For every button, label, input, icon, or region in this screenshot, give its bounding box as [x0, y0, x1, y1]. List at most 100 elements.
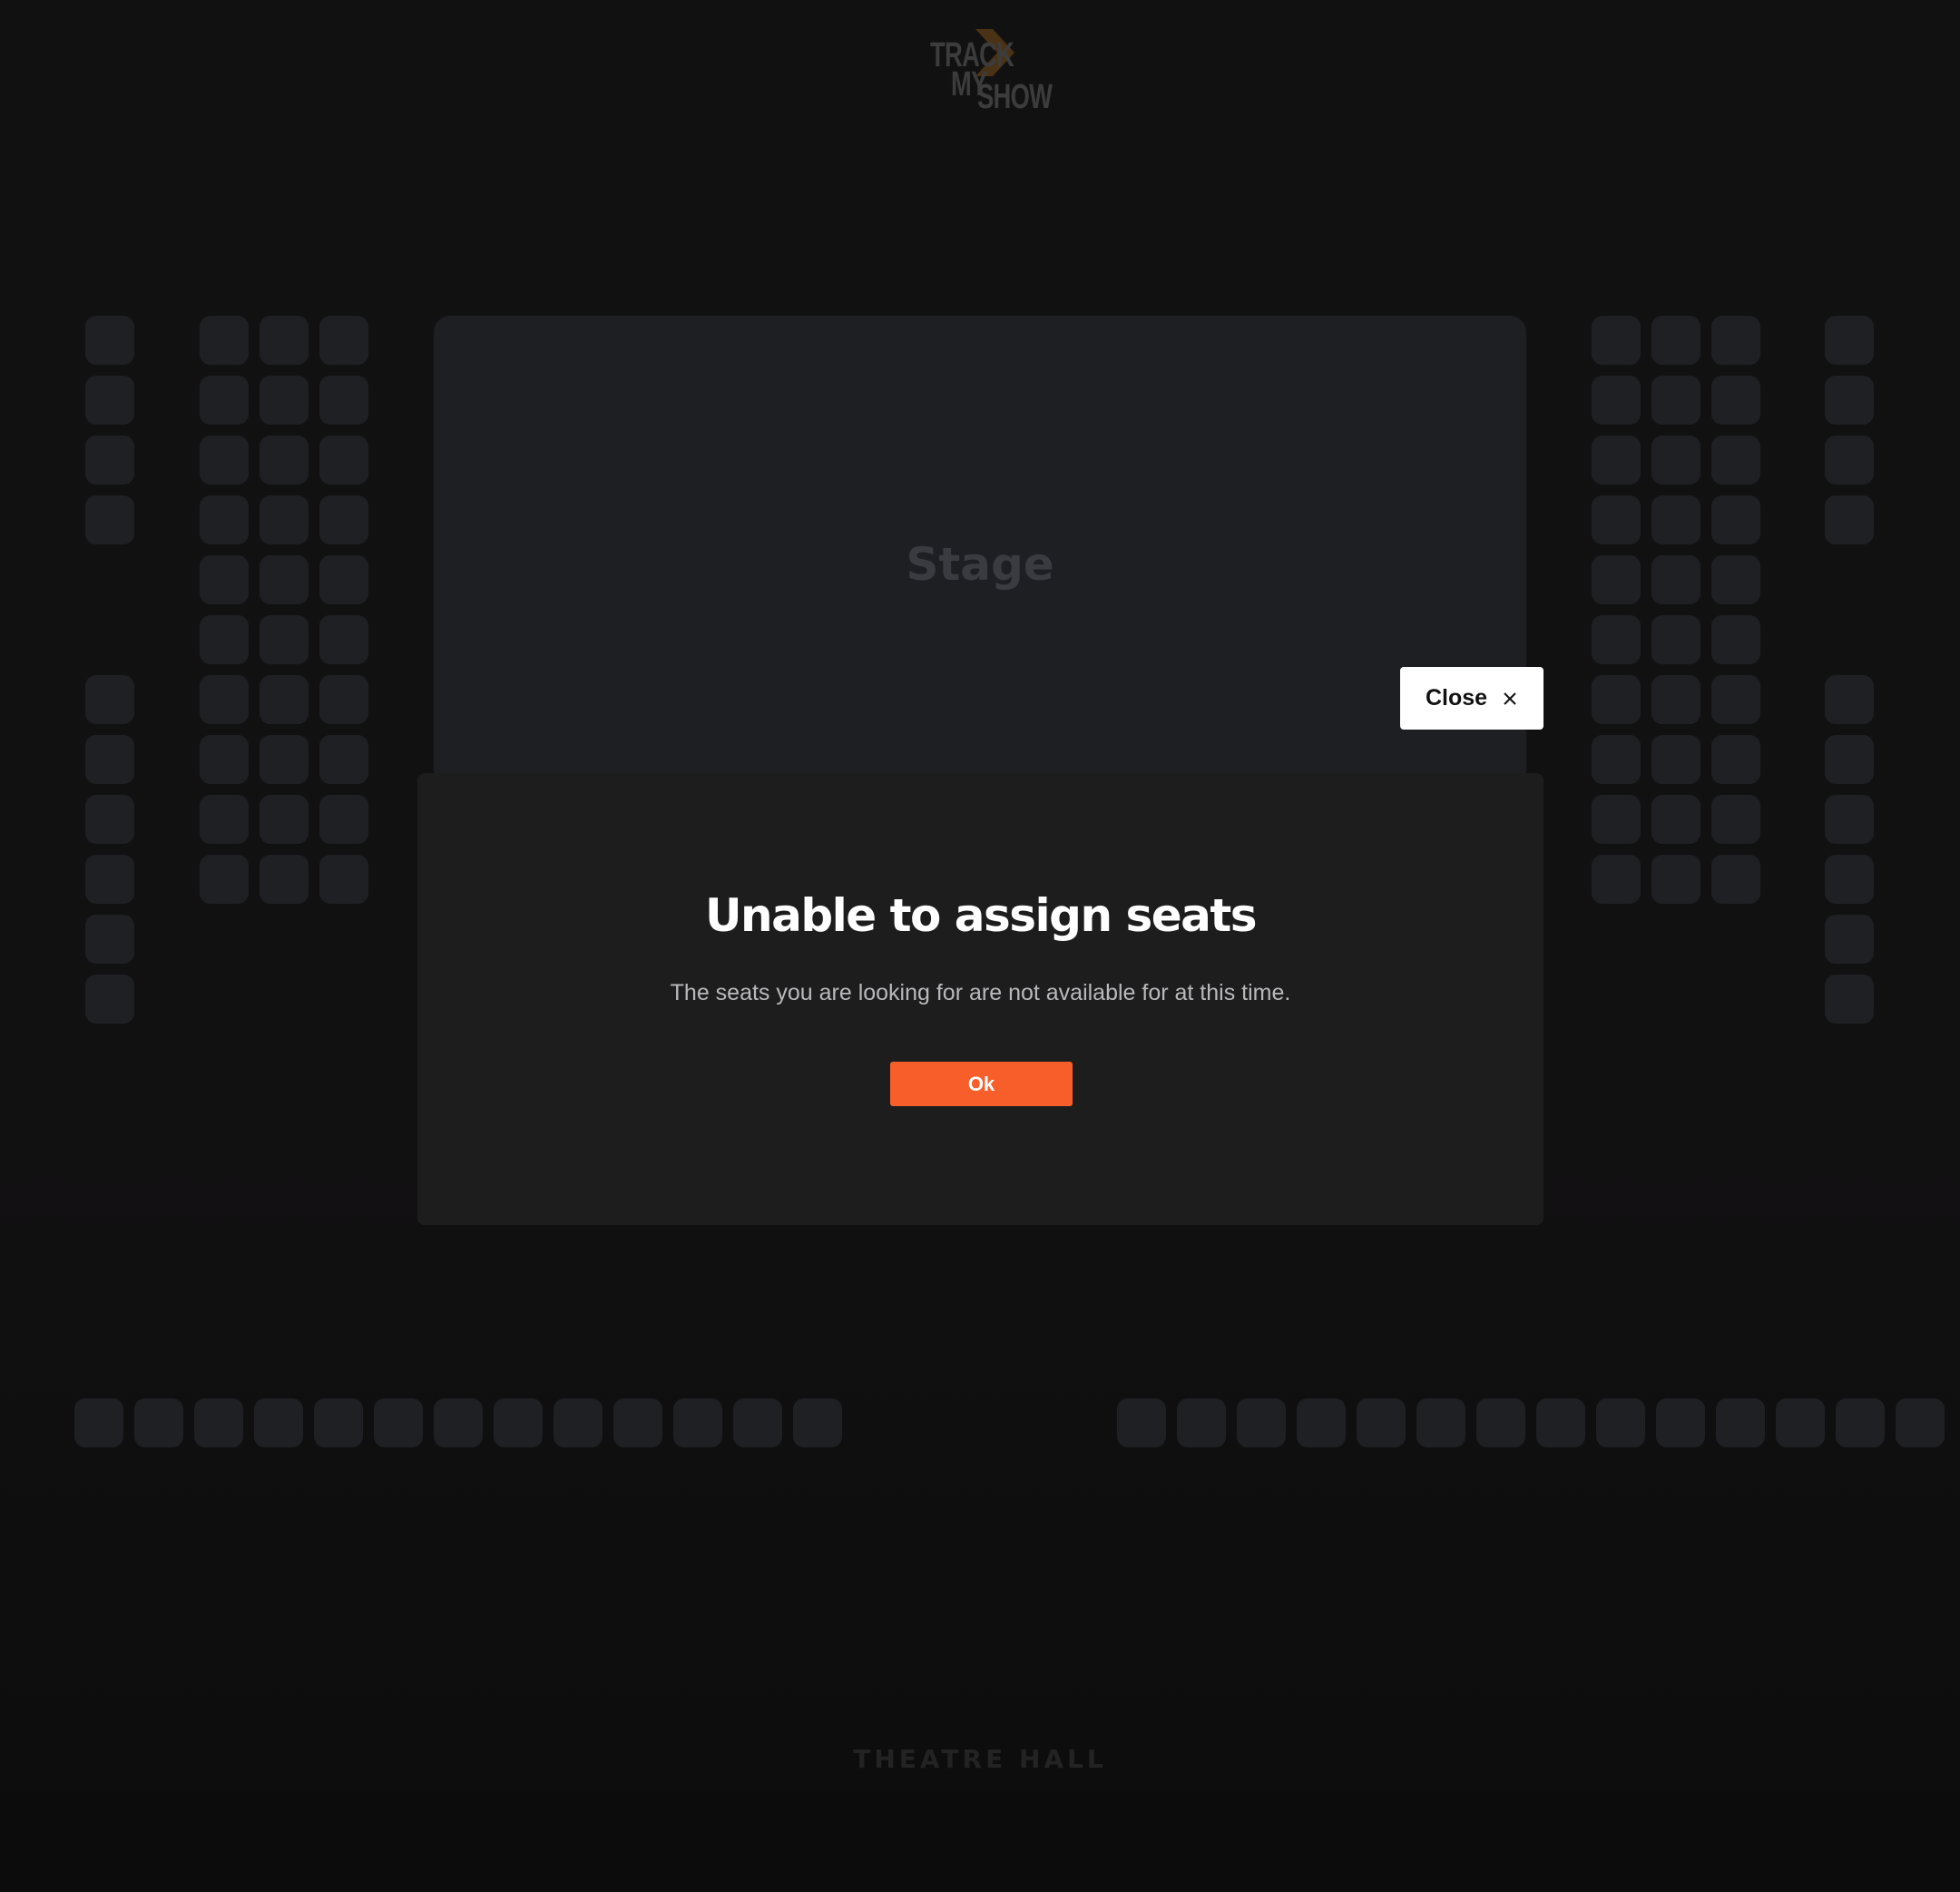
seat[interactable]: [1836, 1398, 1885, 1447]
seat[interactable]: [1711, 316, 1760, 365]
seat[interactable]: [200, 855, 249, 904]
seat[interactable]: [319, 855, 368, 904]
seat[interactable]: [793, 1398, 842, 1447]
seat[interactable]: [1651, 855, 1700, 904]
seat[interactable]: [260, 855, 309, 904]
seat[interactable]: [319, 376, 368, 425]
seat[interactable]: [1592, 555, 1641, 604]
seat[interactable]: [494, 1398, 543, 1447]
seat[interactable]: [613, 1398, 662, 1447]
seat[interactable]: [85, 316, 134, 365]
seat[interactable]: [1476, 1398, 1525, 1447]
seat[interactable]: [200, 735, 249, 784]
seat[interactable]: [1711, 795, 1760, 844]
seat[interactable]: [1825, 316, 1874, 365]
seat[interactable]: [1776, 1398, 1825, 1447]
seat[interactable]: [1592, 615, 1641, 664]
seat[interactable]: [260, 675, 309, 724]
seat[interactable]: [1825, 795, 1874, 844]
seat[interactable]: [319, 555, 368, 604]
seat[interactable]: [1711, 855, 1760, 904]
seat[interactable]: [260, 495, 309, 544]
seat[interactable]: [1592, 795, 1641, 844]
seat[interactable]: [1651, 555, 1700, 604]
seat[interactable]: [1592, 855, 1641, 904]
seat[interactable]: [254, 1398, 303, 1447]
seat[interactable]: [1651, 675, 1700, 724]
seat[interactable]: [733, 1398, 782, 1447]
seat[interactable]: [1592, 495, 1641, 544]
seat[interactable]: [134, 1398, 183, 1447]
seat[interactable]: [554, 1398, 603, 1447]
seat[interactable]: [1596, 1398, 1645, 1447]
seat[interactable]: [1651, 735, 1700, 784]
seat[interactable]: [1711, 675, 1760, 724]
seat[interactable]: [85, 795, 134, 844]
ok-button[interactable]: Ok: [890, 1062, 1073, 1106]
seat[interactable]: [1825, 735, 1874, 784]
seat[interactable]: [1825, 675, 1874, 724]
seat[interactable]: [74, 1398, 123, 1447]
seat[interactable]: [1825, 376, 1874, 425]
seat[interactable]: [1592, 316, 1641, 365]
seat[interactable]: [85, 915, 134, 964]
seat[interactable]: [1711, 495, 1760, 544]
seat[interactable]: [1711, 735, 1760, 784]
seat[interactable]: [260, 555, 309, 604]
seat[interactable]: [1651, 495, 1700, 544]
seat[interactable]: [1592, 436, 1641, 485]
seat[interactable]: [319, 316, 368, 365]
seat[interactable]: [314, 1398, 363, 1447]
seat[interactable]: [194, 1398, 243, 1447]
seat[interactable]: [1711, 376, 1760, 425]
seat[interactable]: [200, 555, 249, 604]
seat[interactable]: [1825, 915, 1874, 964]
seat[interactable]: [260, 615, 309, 664]
seat[interactable]: [1177, 1398, 1226, 1447]
seat[interactable]: [1651, 376, 1700, 425]
seat[interactable]: [319, 436, 368, 485]
close-button[interactable]: Close: [1400, 667, 1544, 730]
seat[interactable]: [1825, 495, 1874, 544]
seat[interactable]: [260, 316, 309, 365]
seat[interactable]: [1117, 1398, 1166, 1447]
seat[interactable]: [1416, 1398, 1465, 1447]
seat[interactable]: [1651, 795, 1700, 844]
seat[interactable]: [85, 975, 134, 1024]
seat[interactable]: [1651, 615, 1700, 664]
seat[interactable]: [434, 1398, 483, 1447]
seat[interactable]: [260, 735, 309, 784]
seat[interactable]: [260, 376, 309, 425]
seat[interactable]: [260, 795, 309, 844]
seat[interactable]: [1825, 975, 1874, 1024]
seat[interactable]: [1651, 316, 1700, 365]
seat[interactable]: [319, 495, 368, 544]
seat[interactable]: [1297, 1398, 1346, 1447]
seat[interactable]: [200, 675, 249, 724]
seat[interactable]: [1716, 1398, 1765, 1447]
seat[interactable]: [319, 675, 368, 724]
seat[interactable]: [1825, 436, 1874, 485]
seat[interactable]: [1592, 675, 1641, 724]
seat[interactable]: [85, 495, 134, 544]
seat[interactable]: [673, 1398, 722, 1447]
seat[interactable]: [1825, 855, 1874, 904]
seat[interactable]: [1651, 436, 1700, 485]
seat[interactable]: [1711, 615, 1760, 664]
seat[interactable]: [374, 1398, 423, 1447]
seat[interactable]: [85, 675, 134, 724]
seat[interactable]: [200, 316, 249, 365]
seat[interactable]: [200, 795, 249, 844]
seat[interactable]: [1656, 1398, 1705, 1447]
seat[interactable]: [1896, 1398, 1945, 1447]
seat[interactable]: [1711, 555, 1760, 604]
seat[interactable]: [1592, 376, 1641, 425]
seat[interactable]: [85, 735, 134, 784]
seat[interactable]: [200, 436, 249, 485]
seat[interactable]: [1237, 1398, 1286, 1447]
seat[interactable]: [85, 376, 134, 425]
seat[interactable]: [319, 795, 368, 844]
seat[interactable]: [260, 436, 309, 485]
seat[interactable]: [200, 615, 249, 664]
seat[interactable]: [1536, 1398, 1585, 1447]
